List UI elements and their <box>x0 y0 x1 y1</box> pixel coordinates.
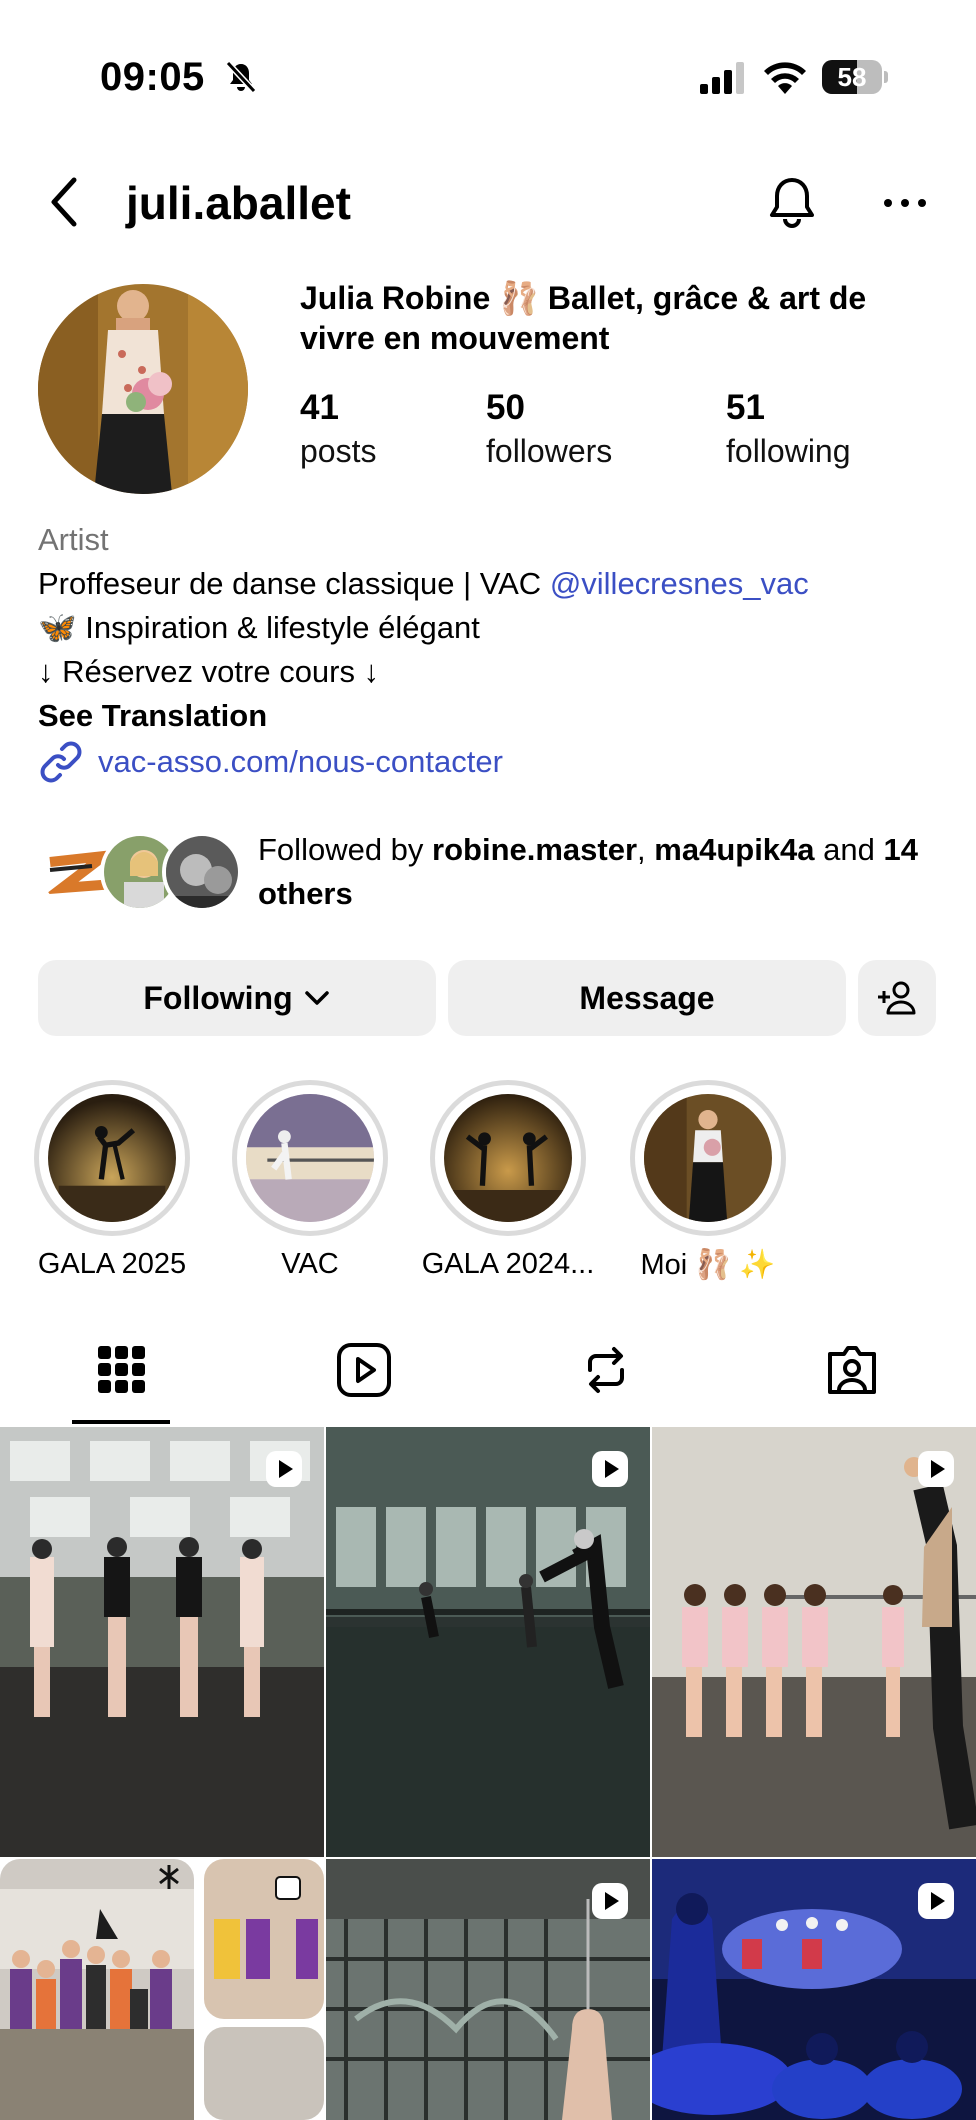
post-tile[interactable] <box>0 1859 324 2120</box>
post-tile[interactable] <box>0 1427 324 1857</box>
bio-mention-link[interactable]: @villecresnes_vac <box>550 566 809 601</box>
mutual-follower-2: ma4upik4a <box>654 832 815 867</box>
chevron-left-icon[interactable] <box>44 172 88 232</box>
following-stat[interactable]: 51 following <box>726 386 851 472</box>
mutual-follower-1: robine.master <box>432 832 638 867</box>
bio-line-2: 🦋 Inspiration & lifestyle élégant <box>38 610 480 645</box>
following-count: 51 <box>726 388 765 427</box>
highlight-moi[interactable]: Moi 🩰 ✨ <box>630 1080 786 1281</box>
profile-username: juli.aballet <box>126 177 351 229</box>
silent-mode-icon <box>225 60 257 94</box>
reel-play-icon <box>592 1883 628 1919</box>
post-tile[interactable] <box>326 1427 650 1857</box>
following-button-label: Following <box>143 979 293 1016</box>
bio-link-text: vac-asso.com/nous-contacter <box>98 744 503 779</box>
profile-avatar[interactable] <box>38 284 248 494</box>
bio-external-link[interactable]: vac-asso.com/nous-contacter <box>38 740 503 784</box>
status-time: 09:05 <box>100 55 205 99</box>
followed-by-text[interactable]: Followed by robine.master, ma4upik4a and… <box>258 828 958 916</box>
posts-count: 41 <box>300 388 339 427</box>
more-horizontal-icon[interactable] <box>880 186 930 220</box>
reposts-tab-icon[interactable] <box>576 1340 636 1400</box>
battery-indicator: 58 <box>822 60 888 94</box>
message-button[interactable]: Message <box>448 960 846 1036</box>
highlight-label: Moi 🩰 ✨ <box>640 1249 776 1281</box>
highlight-vac[interactable]: VAC <box>232 1080 388 1280</box>
follower-avatar <box>162 832 242 912</box>
cellular-signal-icon <box>700 62 744 94</box>
bio-line-3: ↓ Réservez votre cours ↓ <box>38 654 380 689</box>
posts-grid-icon[interactable] <box>92 1340 152 1400</box>
chevron-down-icon <box>304 991 329 1005</box>
profile-display-name: Julia Robine 🩰 Ballet, grâce & art de vi… <box>300 280 867 356</box>
followers-stat[interactable]: 50 followers <box>486 386 612 472</box>
post-tile[interactable] <box>326 1859 650 2120</box>
highlight-gala-2024[interactable]: GALA 2024... <box>422 1080 594 1280</box>
reel-play-icon <box>918 1883 954 1919</box>
bell-icon[interactable] <box>762 172 822 232</box>
following-button[interactable]: Following <box>38 960 436 1036</box>
posts-stat[interactable]: 41 posts <box>300 386 376 472</box>
following-label: following <box>726 433 851 469</box>
wifi-icon <box>764 62 806 94</box>
reel-play-icon <box>918 1451 954 1487</box>
profile-bio: Artist Proffeseur de danse classique | V… <box>38 518 958 738</box>
see-translation-link[interactable]: See Translation <box>38 694 958 738</box>
profile-category: Artist <box>38 522 109 557</box>
active-tab-indicator <box>72 1420 170 1424</box>
highlight-gala-2025[interactable]: GALA 2025 <box>34 1080 190 1280</box>
suggest-people-button[interactable] <box>858 960 936 1036</box>
status-bar: 09:05 58 <box>0 0 976 150</box>
battery-percent: 58 <box>837 62 867 92</box>
followers-count: 50 <box>486 388 525 427</box>
link-icon <box>40 741 82 783</box>
bio-line-1: Proffeseur de danse classique | VAC @vil… <box>38 566 809 601</box>
post-tile[interactable] <box>652 1859 976 2120</box>
profile-tabs <box>0 1320 976 1426</box>
reel-play-icon <box>266 1451 302 1487</box>
posts-grid <box>0 1427 976 2120</box>
followers-label: followers <box>486 433 613 469</box>
message-button-label: Message <box>579 979 715 1016</box>
add-person-icon <box>878 981 916 1015</box>
tagged-tab-icon[interactable] <box>822 1340 882 1400</box>
post-tile[interactable] <box>652 1427 976 1857</box>
reels-tab-icon[interactable] <box>334 1340 394 1400</box>
followed-by-avatars[interactable] <box>38 832 244 912</box>
reel-play-icon <box>592 1451 628 1487</box>
posts-label: posts <box>300 433 377 469</box>
